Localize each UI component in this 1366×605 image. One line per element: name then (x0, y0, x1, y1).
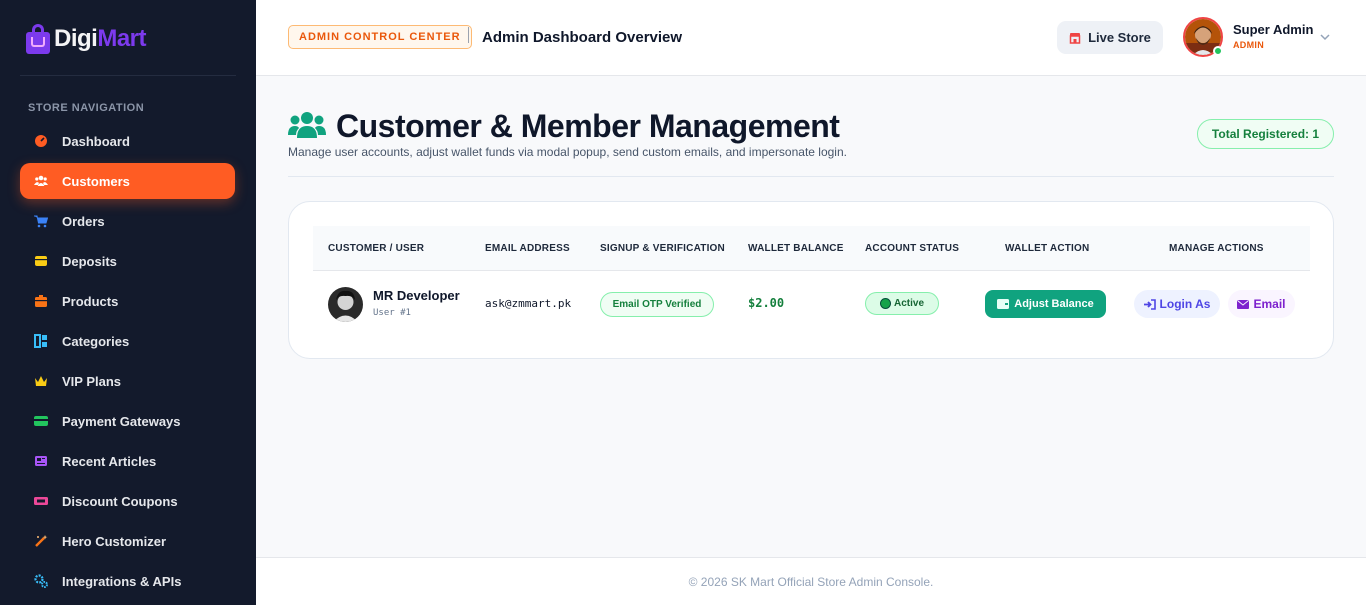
adjust-balance-label: Adjust Balance (1014, 298, 1094, 310)
sidebar-item-vip-plans[interactable]: VIP Plans (20, 361, 235, 401)
customer-id: User #1 (373, 308, 411, 318)
login-as-button[interactable]: Login As (1134, 290, 1220, 318)
brand-name: DigiMart (54, 25, 146, 52)
sidebar-item-dashboard[interactable]: Dashboard (20, 121, 235, 161)
users-icon (34, 174, 48, 188)
sidebar-item-payment-gateways[interactable]: Payment Gateways (20, 401, 235, 441)
col-header-email: EMAIL ADDRESS (485, 243, 570, 254)
wallet-icon (997, 299, 1010, 309)
customers-table-card: CUSTOMER / USER EMAIL ADDRESS SIGNUP & V… (288, 201, 1334, 359)
header-separator (468, 27, 469, 43)
live-store-button[interactable]: Live Store (1057, 21, 1163, 54)
dashboard-gauge-icon (34, 134, 48, 148)
col-header-balance: WALLET BALANCE (748, 243, 844, 254)
sidebar-item-label: Customers (62, 173, 130, 189)
box-icon (34, 294, 48, 308)
sidebar-item-label: Recent Articles (62, 453, 157, 469)
table-header: CUSTOMER / USER EMAIL ADDRESS SIGNUP & V… (313, 226, 1310, 271)
sidebar-item-discount-coupons[interactable]: Discount Coupons (20, 481, 235, 521)
sidebar-nav: Dashboard Customers Orders Deposits Prod… (20, 121, 235, 601)
users-group-icon (288, 112, 326, 138)
online-status-dot (1213, 46, 1223, 56)
sidebar-item-deposits[interactable]: Deposits (20, 241, 235, 281)
sitemap-icon (34, 334, 48, 348)
total-registered-badge: Total Registered: 1 (1197, 119, 1334, 149)
admin-control-badge: ADMIN CONTROL CENTER (288, 25, 472, 49)
envelope-icon (1237, 299, 1250, 309)
newspaper-icon (34, 454, 48, 468)
wallet-balance: $2.00 (748, 296, 785, 310)
col-header-wallet-action: WALLET ACTION (1005, 243, 1090, 254)
customer-name: MR Developer (373, 288, 460, 303)
adjust-balance-button[interactable]: Adjust Balance (985, 290, 1106, 318)
sidebar: DigiMart STORE NAVIGATION Dashboard Cust… (0, 0, 256, 605)
top-header: ADMIN CONTROL CENTER Admin Dashboard Ove… (256, 0, 1366, 76)
sidebar-item-hero-customizer[interactable]: Hero Customizer (20, 521, 235, 561)
admin-name: Super Admin (1233, 22, 1314, 37)
table-row: MR Developer User #1 ask@zmmart.pk Email… (313, 272, 1310, 336)
page-subtitle: Manage user accounts, adjust wallet fund… (288, 145, 847, 159)
customer-email: ask@zmmart.pk (485, 297, 572, 310)
sidebar-item-label: Deposits (62, 253, 117, 269)
sidebar-item-label: Products (62, 293, 119, 309)
email-button[interactable]: Email (1228, 290, 1295, 318)
sidebar-item-label: Payment Gateways (62, 413, 181, 429)
status-dot-icon (879, 298, 891, 309)
col-header-status: ACCOUNT STATUS (865, 243, 960, 254)
ticket-icon (34, 494, 48, 508)
sidebar-item-label: Integrations & APIs (62, 573, 182, 589)
cart-icon (34, 214, 48, 228)
brand-logo[interactable]: DigiMart (26, 24, 146, 54)
sidebar-item-label: Categories (62, 333, 130, 349)
footer: © 2026 SK Mart Official Store Admin Cons… (256, 557, 1366, 605)
col-header-customer: CUSTOMER / USER (328, 243, 425, 254)
header-title: Admin Dashboard Overview (482, 29, 683, 46)
main-divider (288, 176, 1334, 177)
cogs-icon (34, 574, 48, 588)
sidebar-item-label: Discount Coupons (62, 493, 178, 509)
page-title: Customer & Member Management (336, 108, 840, 144)
magic-wand-icon (34, 534, 48, 548)
shopping-bag-icon (26, 24, 50, 54)
status-badge: Active (865, 292, 939, 315)
customer-avatar (328, 287, 363, 322)
sidebar-item-categories[interactable]: Categories (20, 321, 235, 361)
sidebar-item-orders[interactable]: Orders (20, 201, 235, 241)
sidebar-item-recent-articles[interactable]: Recent Articles (20, 441, 235, 481)
sidebar-item-label: VIP Plans (62, 373, 122, 389)
col-header-manage-actions: MANAGE ACTIONS (1169, 243, 1264, 254)
sidebar-item-products[interactable]: Products (20, 281, 235, 321)
store-icon (1069, 32, 1081, 44)
login-as-label: Login As (1159, 297, 1211, 311)
sidebar-item-label: Dashboard (62, 133, 130, 149)
admin-role: ADMIN (1233, 40, 1264, 50)
footer-text: © 2026 SK Mart Official Store Admin Cons… (688, 574, 934, 589)
col-header-verification: SIGNUP & VERIFICATION (600, 243, 725, 254)
sidebar-divider (20, 75, 236, 76)
admin-avatar[interactable] (1183, 17, 1223, 57)
credit-card-icon (34, 414, 48, 428)
crown-icon (34, 374, 48, 388)
sidebar-item-label: Hero Customizer (62, 533, 167, 549)
status-label: Active (893, 298, 924, 309)
chevron-down-icon[interactable] (1318, 30, 1332, 44)
customer-avatar-image (328, 287, 363, 322)
sidebar-item-customers[interactable]: Customers (20, 163, 235, 199)
live-store-label: Live Store (1088, 30, 1151, 45)
sidebar-item-label: Orders (62, 213, 105, 229)
verification-badge: Email OTP Verified (600, 292, 714, 317)
sidebar-item-integrations-apis[interactable]: Integrations & APIs (20, 561, 235, 601)
nav-heading: STORE NAVIGATION (28, 102, 145, 114)
email-label: Email (1253, 297, 1286, 311)
sign-in-icon (1143, 298, 1156, 310)
wallet-icon (34, 254, 48, 268)
